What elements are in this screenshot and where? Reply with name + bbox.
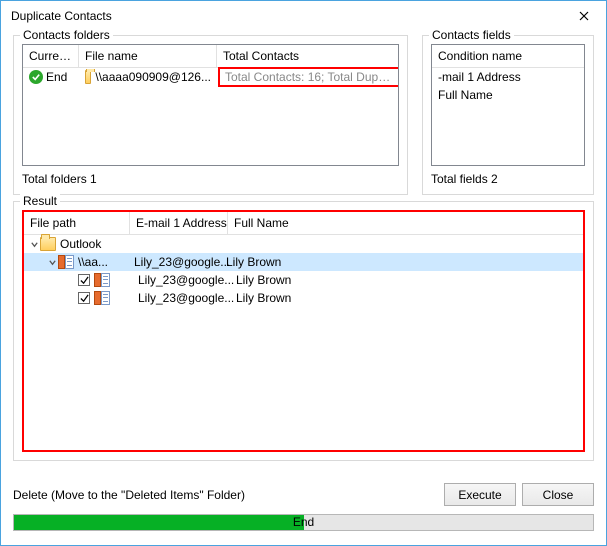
folder-icon	[85, 70, 91, 84]
close-button[interactable]: Close	[522, 483, 594, 506]
tree-node-subfolder[interactable]: \\aa... Lily_23@google... Lily Brown	[24, 253, 583, 271]
titlebar: Duplicate Contacts	[1, 1, 606, 31]
field-row[interactable]: Full Name	[432, 86, 584, 104]
folder-filename: \\aaaa090909@126...	[95, 70, 211, 84]
total-fields-label: Total fields 2	[431, 172, 585, 186]
contact-icon	[94, 273, 110, 287]
contact-folder-icon	[58, 255, 74, 269]
cell-fullname: Lily Brown	[236, 273, 291, 287]
progress-label: End	[293, 515, 314, 530]
field-item-fullname: Full Name	[432, 87, 499, 103]
col-email[interactable]: E-mail 1 Address	[130, 212, 228, 234]
col-total-contacts[interactable]: Total Contacts	[217, 45, 398, 67]
total-folders-label: Total folders 1	[22, 172, 399, 186]
result-list[interactable]: File path E-mail 1 Address Full Name Out…	[22, 210, 585, 452]
close-window-button[interactable]	[562, 1, 606, 31]
tree-node-outlook[interactable]: Outlook	[24, 235, 583, 253]
duplicate-row[interactable]: Lily_23@google... Lily Brown	[24, 271, 583, 289]
contact-icon	[94, 291, 110, 305]
result-group: Result File path E-mail 1 Address Full N…	[13, 201, 594, 461]
contacts-fields-list[interactable]: Condition name -mail 1 Address Full Name	[431, 44, 585, 166]
field-item-email: -mail 1 Address	[432, 69, 527, 85]
folder-row[interactable]: End \\aaaa090909@126... Total Contacts: …	[23, 68, 398, 86]
window: Duplicate Contacts Contacts folders Curr…	[0, 0, 607, 546]
contacts-fields-group: Contacts fields Condition name -mail 1 A…	[422, 35, 594, 195]
window-title: Duplicate Contacts	[11, 9, 112, 23]
cell-fullname: Lily Brown	[236, 291, 291, 305]
duplicate-checkbox[interactable]	[78, 274, 90, 286]
contacts-folders-group: Contacts folders Curren... File name Tot…	[13, 35, 408, 195]
chevron-down-icon[interactable]	[46, 258, 58, 267]
progress-bar: End	[13, 514, 594, 531]
duplicate-checkbox[interactable]	[78, 292, 90, 304]
folder-icon	[40, 237, 56, 251]
content-area: Contacts folders Curren... File name Tot…	[1, 31, 606, 473]
cell-fullname: Lily Brown	[226, 255, 281, 269]
chevron-down-icon[interactable]	[28, 240, 40, 249]
cell-email: Lily_23@google...	[128, 255, 226, 269]
cell-email: Lily_23@google...	[138, 291, 236, 305]
col-file-path[interactable]: File path	[24, 212, 130, 234]
col-current[interactable]: Curren...	[23, 45, 79, 67]
progress-fill	[14, 515, 304, 530]
contacts-fields-legend: Contacts fields	[429, 28, 514, 42]
total-contacts-cell: Total Contacts: 16; Total Duplicates: 1	[217, 69, 398, 85]
contacts-folders-legend: Contacts folders	[20, 28, 113, 42]
status-text: End	[46, 70, 67, 84]
execute-button[interactable]: Execute	[444, 483, 516, 506]
result-legend: Result	[20, 194, 60, 208]
col-condition-name[interactable]: Condition name	[432, 45, 584, 67]
col-full-name[interactable]: Full Name	[228, 212, 583, 234]
contacts-folders-list[interactable]: Curren... File name Total Contacts End \…	[22, 44, 399, 166]
col-filename[interactable]: File name	[79, 45, 217, 67]
tree-label-subfolder: \\aa...	[78, 255, 128, 269]
status-ok-icon	[29, 70, 43, 84]
delete-description: Delete (Move to the "Deleted Items" Fold…	[13, 488, 245, 502]
tree-label-outlook: Outlook	[60, 237, 101, 251]
close-icon	[579, 11, 589, 21]
footer: Delete (Move to the "Deleted Items" Fold…	[1, 473, 606, 545]
duplicate-row[interactable]: Lily_23@google... Lily Brown	[24, 289, 583, 307]
cell-email: Lily_23@google...	[138, 273, 236, 287]
field-row[interactable]: -mail 1 Address	[432, 68, 584, 86]
